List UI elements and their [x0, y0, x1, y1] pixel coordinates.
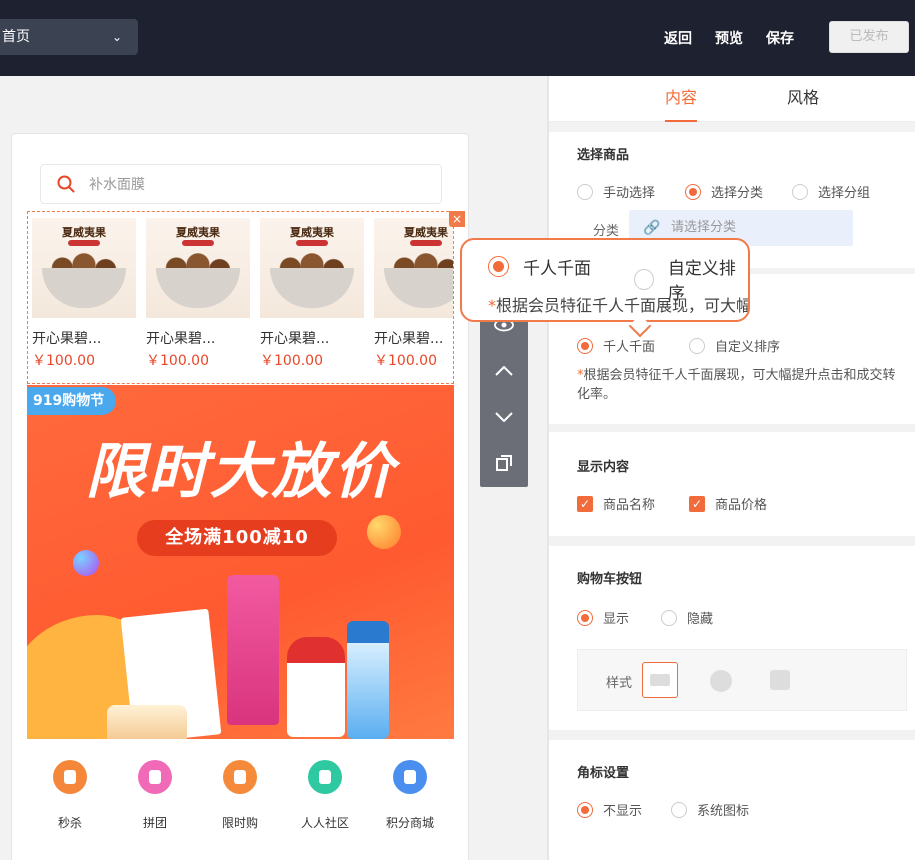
search-bar[interactable]: 补水面膜: [40, 164, 442, 204]
timer-icon: [223, 760, 257, 794]
phone-preview: 补水面膜 夏威夷果 开心果碧... ￥100.00 夏威夷果 开心果碧... ￥…: [11, 133, 469, 860]
cart-style-box: 样式: [577, 649, 907, 711]
nav-item-community[interactable]: 人人社区: [282, 754, 368, 831]
copy-icon[interactable]: [480, 443, 528, 483]
chevron-up-icon[interactable]: [480, 351, 528, 391]
nav-item-points-mall[interactable]: 积分商城: [367, 754, 453, 831]
goods-price: ￥100.00: [32, 353, 95, 369]
goods-item[interactable]: 夏威夷果 开心果碧... ￥100.00: [32, 218, 136, 370]
festival-badge: 919购物节: [27, 387, 117, 415]
decor-bubble: [367, 515, 401, 549]
goods-name: 开心果碧...: [374, 331, 444, 347]
top-bar: 首页 ⌄ 返回 预览 保存 已发布: [0, 0, 915, 76]
goods-price: ￥100.00: [260, 353, 323, 369]
goods-image: 夏威夷果: [260, 218, 364, 318]
chat-icon: [308, 760, 342, 794]
goods-price: ￥100.00: [146, 353, 209, 369]
style-option-rect[interactable]: [642, 662, 678, 698]
product-bottle: [287, 637, 345, 737]
radio-personalized[interactable]: 千人千面: [577, 336, 655, 355]
section-title: 显示内容: [577, 460, 630, 475]
tab-style[interactable]: 风格: [787, 76, 819, 122]
goods-item[interactable]: 夏威夷果 开心果碧... ￥100.00: [260, 218, 364, 370]
radio-system-badge[interactable]: 系统图标: [671, 800, 749, 819]
goods-image-tag: 夏威夷果: [290, 226, 334, 239]
category-placeholder: 请选择分类: [671, 220, 737, 235]
nav-item-miaosha[interactable]: 秒杀: [27, 754, 113, 831]
product-jar: [107, 705, 187, 739]
checkbox-goods-name[interactable]: ✓ 商品名称: [577, 494, 655, 513]
section-title: 角标设置: [577, 766, 630, 781]
tab-content[interactable]: 内容: [665, 76, 698, 122]
search-placeholder: 补水面膜: [89, 177, 145, 193]
goods-image-tag: 夏威夷果: [404, 226, 448, 239]
corner-badge-section: 角标设置 不显示 系统图标: [549, 740, 915, 860]
callout-radio-personalized: 千人千面: [488, 254, 591, 279]
settings-panel: 内容 风格 选择商品 手动选择 选择分类 选择分组 分类 🔗 请选择分类 千人千…: [547, 76, 915, 860]
goods-image-tag: 夏威夷果: [176, 226, 220, 239]
bag-icon: [393, 760, 427, 794]
goods-image: 夏威夷果: [374, 218, 453, 318]
page-select-value: 首页: [2, 29, 30, 45]
style-option-circle[interactable]: [710, 670, 732, 692]
goods-item[interactable]: 夏威夷果 开心果碧... ￥100.00: [146, 218, 250, 370]
product-bottle: [347, 621, 389, 739]
radio-custom-sort[interactable]: 自定义排序: [689, 336, 780, 355]
decor-bubble: [73, 550, 99, 576]
radio-hide-cart[interactable]: 隐藏: [661, 608, 713, 627]
radio-show-cart[interactable]: 显示: [577, 608, 629, 627]
promo-banner[interactable]: 919购物节 限时大放价 全场满100减10: [27, 385, 454, 739]
nav-label: 人人社区: [300, 816, 349, 830]
component-toolbar: [480, 305, 528, 487]
icon-nav: 秒杀 拼团 限时购 人人社区 积分商城: [27, 754, 454, 854]
checkbox-goods-price[interactable]: ✓ 商品价格: [689, 494, 767, 513]
radio-group[interactable]: 选择分组: [792, 182, 870, 201]
product-bottle: [227, 575, 279, 725]
chevron-down-icon[interactable]: [480, 397, 528, 437]
banner-promo: 全场满100减10: [137, 520, 337, 556]
editor-canvas: 补水面膜 夏威夷果 开心果碧... ￥100.00 夏威夷果 开心果碧... ￥…: [0, 76, 547, 860]
publish-button[interactable]: 已发布: [829, 21, 909, 53]
chevron-down-icon: ⌄: [111, 30, 122, 44]
group-buy-icon: [138, 760, 172, 794]
goods-price: ￥100.00: [374, 353, 437, 369]
goods-image: 夏威夷果: [32, 218, 136, 318]
nav-label: 拼团: [142, 816, 167, 830]
nav-item-pintuan[interactable]: 拼团: [112, 754, 198, 831]
goods-component[interactable]: 夏威夷果 开心果碧... ￥100.00 夏威夷果 开心果碧... ￥100.0…: [27, 211, 454, 384]
preview-button[interactable]: 预览: [715, 28, 743, 48]
zoom-callout: 千人千面 自定义排序 *根据会员特征千人千面展现，可大幅提升点击和成交转化率。: [460, 238, 750, 322]
sort-note: *根据会员特征千人千面展现，可大幅提升点击和成交转化率。: [577, 368, 896, 402]
goods-name: 开心果碧...: [32, 331, 102, 347]
nav-label: 秒杀: [57, 816, 82, 830]
panel-tabs: 内容 风格: [549, 76, 915, 122]
goods-name: 开心果碧...: [260, 331, 330, 347]
category-label: 分类: [593, 224, 620, 239]
flash-sale-icon: [53, 760, 87, 794]
goods-image-tag: 夏威夷果: [62, 226, 106, 239]
back-button[interactable]: 返回: [664, 28, 692, 48]
section-title: 选择商品: [577, 148, 630, 163]
nav-label: 限时购: [221, 816, 258, 830]
callout-note: *根据会员特征千人千面展现，可大幅提升点击和成交转化率。: [488, 296, 750, 315]
radio-category[interactable]: 选择分类: [685, 182, 763, 201]
goods-item[interactable]: 夏威夷果 开心果碧... ￥100.00: [374, 218, 453, 370]
close-icon[interactable]: ×: [449, 211, 465, 227]
save-button[interactable]: 保存: [766, 28, 794, 48]
nav-item-limited[interactable]: 限时购: [197, 754, 283, 831]
display-section: 显示内容 ✓ 商品名称 ✓ 商品价格: [549, 432, 915, 536]
goods-name: 开心果碧...: [146, 331, 216, 347]
nav-label: 积分商城: [385, 816, 434, 830]
search-icon: [57, 175, 75, 193]
style-option-square[interactable]: [770, 670, 790, 690]
style-label: 样式: [606, 676, 633, 691]
banner-headline: 限时大放价: [85, 437, 396, 507]
radio-no-badge[interactable]: 不显示: [577, 800, 642, 819]
goods-image: 夏威夷果: [146, 218, 250, 318]
radio-manual[interactable]: 手动选择: [577, 182, 655, 201]
section-title: 购物车按钮: [577, 572, 643, 587]
page-select[interactable]: 首页 ⌄: [0, 19, 138, 55]
